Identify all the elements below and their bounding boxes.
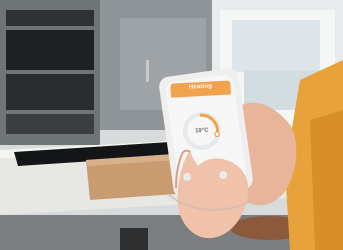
footer-right-control[interactable] xyxy=(218,170,228,180)
thermostat-dial[interactable]: 19°C xyxy=(181,111,222,152)
app-header: Heating xyxy=(170,80,231,98)
footer-left-control[interactable] xyxy=(183,172,192,182)
phone-screen: Heating 19°C xyxy=(170,80,235,188)
app-subtitle xyxy=(171,98,231,101)
app-title: Heating xyxy=(188,83,213,91)
